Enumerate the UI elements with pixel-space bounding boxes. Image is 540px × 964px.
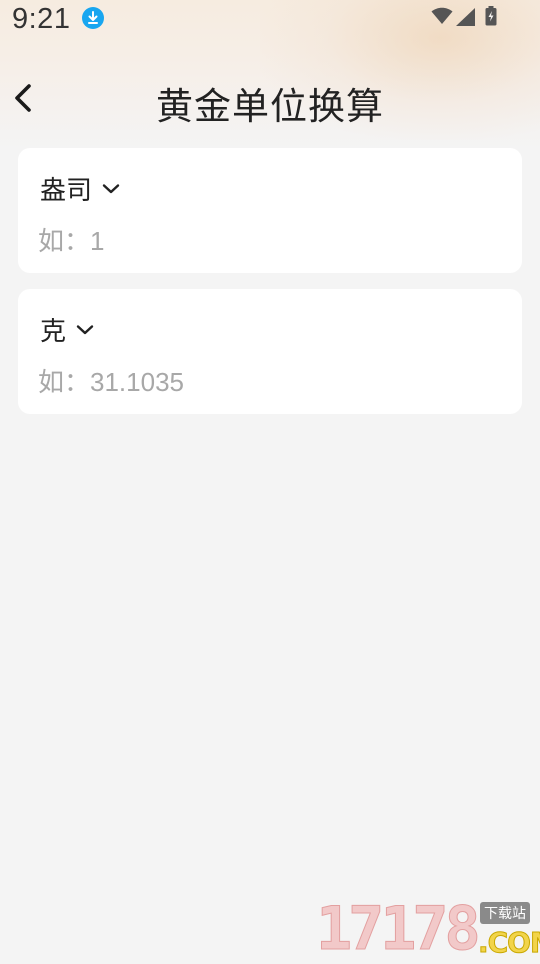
download-icon [82, 7, 104, 29]
wifi-icon [431, 7, 453, 29]
converter-card-to: 克 [18, 289, 522, 414]
watermark-tag: 下载站 [480, 902, 530, 924]
unit-label-from: 盎司 [40, 175, 93, 206]
watermark-suffix: .COM [478, 926, 540, 960]
status-time: 9:21 [12, 3, 71, 35]
chevron-down-icon [76, 321, 94, 340]
converter-card-from: 盎司 [18, 148, 522, 273]
battery-charging-icon [485, 6, 497, 30]
chevron-down-icon [102, 180, 120, 199]
watermark-number: 17178 [316, 894, 482, 964]
unit-dropdown-from[interactable]: 盎司 [40, 170, 120, 206]
unit-dropdown-to[interactable]: 克 [40, 311, 94, 347]
app-header: 黄金单位换算 [0, 66, 540, 132]
cell-signal-icon [456, 8, 476, 30]
watermark-logo: 17178 下载站 .COM [316, 894, 540, 964]
status-bar: 9:21 [0, 0, 540, 40]
page-title: 黄金单位换算 [156, 85, 384, 128]
amount-input-from[interactable] [34, 222, 512, 260]
amount-input-to[interactable] [34, 363, 512, 401]
unit-label-to: 克 [40, 316, 67, 347]
